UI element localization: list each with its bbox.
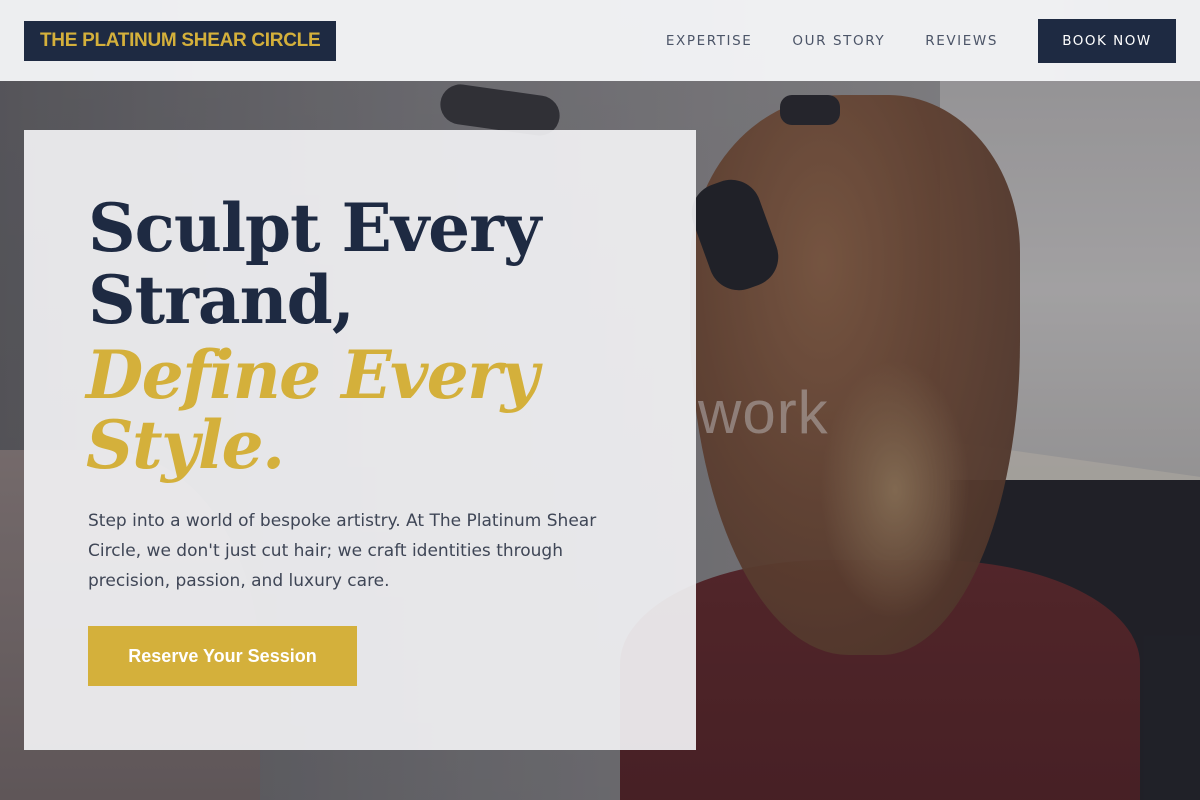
hero-description: Step into a world of bespoke artistry. A… xyxy=(88,511,597,591)
hero-card: Sculpt Every Strand, Define Every Style.… xyxy=(24,130,696,750)
hero-accent-title: Define Every Style. xyxy=(86,340,646,480)
top-navbar: THE PLATINUM SHEAR CIRCLE EXPERTISE OUR … xyxy=(0,0,1200,81)
nav-link-expertise[interactable]: EXPERTISE xyxy=(666,33,753,49)
reserve-session-button[interactable]: Reserve Your Session xyxy=(88,626,357,686)
hero-accent-line-1: Define Every xyxy=(86,336,539,414)
nav-menu: EXPERTISE OUR STORY REVIEWS BOOK NOW xyxy=(666,18,1176,63)
brand-logo[interactable]: THE PLATINUM SHEAR CIRCLE xyxy=(24,20,337,61)
book-now-button[interactable]: BOOK NOW xyxy=(1038,18,1176,63)
nav-link-reviews[interactable]: REVIEWS xyxy=(925,33,998,49)
hero-title-line-1: Sculpt Every xyxy=(88,189,541,267)
hero-accent-line-2: Style. xyxy=(86,406,285,484)
nav-link-our-story[interactable]: OUR STORY xyxy=(792,33,885,49)
hero-title-line-2: Strand, xyxy=(88,261,355,339)
hero-title: Sculpt Every Strand, xyxy=(88,192,648,336)
background-overlay-text: work xyxy=(698,379,829,446)
